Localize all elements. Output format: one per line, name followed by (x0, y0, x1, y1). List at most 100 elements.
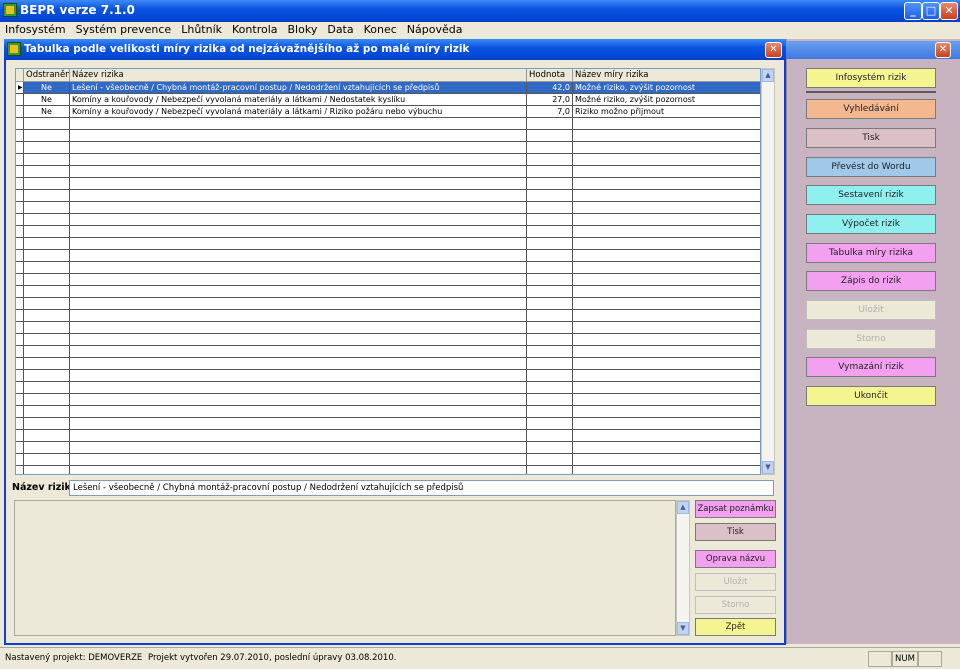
table-row[interactable] (16, 346, 760, 358)
zapis-do-rizik-button[interactable]: Zápis do rizik (806, 271, 936, 291)
tabulka-miry-rizika-button[interactable]: Tabulka míry rizika (806, 243, 936, 263)
note-textarea[interactable] (14, 500, 676, 636)
name-field[interactable]: Lešení - všeobecně / Chybná montáž-praco… (69, 480, 774, 496)
row-indicator[interactable] (16, 250, 24, 261)
prevest-do-wordu-button[interactable]: Převést do Wordu (806, 157, 936, 177)
row-indicator[interactable] (16, 142, 24, 153)
column-header-hodnota[interactable]: Hodnota (527, 69, 573, 81)
row-indicator[interactable] (16, 358, 24, 369)
vypocet-rizik-button[interactable]: Výpočet rizik (806, 214, 936, 234)
risk-table-window-close-icon[interactable]: ✕ (765, 42, 782, 58)
risk-table[interactable]: Odstraněno Název rizika Hodnota Název mí… (15, 68, 761, 475)
note-scrollbar[interactable]: ▲ ▼ (676, 500, 690, 636)
close-button[interactable]: ✕ (940, 2, 958, 20)
row-indicator[interactable] (16, 286, 24, 297)
menu-item-napoveda[interactable]: Nápověda (402, 22, 468, 37)
current-row-indicator-icon[interactable]: ▶ (16, 82, 24, 93)
zapsat-poznamku-button[interactable]: Zapsat poznámku (695, 500, 776, 518)
scroll-down-icon[interactable]: ▼ (762, 461, 774, 474)
row-indicator[interactable] (16, 310, 24, 321)
row-indicator[interactable] (16, 274, 24, 285)
menu-item-bloky[interactable]: Bloky (283, 22, 323, 37)
row-indicator[interactable] (16, 118, 24, 129)
table-row[interactable] (16, 358, 760, 370)
row-indicator[interactable] (16, 106, 24, 117)
row-indicator[interactable] (16, 238, 24, 249)
zpet-button[interactable]: Zpět (695, 618, 776, 636)
table-row[interactable] (16, 334, 760, 346)
row-indicator[interactable] (16, 382, 24, 393)
table-row[interactable] (16, 418, 760, 430)
tisk-button[interactable]: Tisk (806, 128, 936, 148)
table-row[interactable] (16, 190, 760, 202)
menu-item-infosystem[interactable]: Infosystém (0, 22, 71, 37)
table-row[interactable] (16, 406, 760, 418)
row-indicator[interactable] (16, 226, 24, 237)
right-panel-close-icon[interactable]: ✕ (935, 42, 951, 58)
row-indicator[interactable] (16, 334, 24, 345)
table-row[interactable] (16, 142, 760, 154)
ulozit-button[interactable]: Uložit (806, 300, 936, 320)
storno-nazev-button[interactable]: Storno (695, 596, 776, 614)
column-header-nazev-miry-rizika[interactable]: Název míry rizika (573, 69, 760, 81)
row-indicator[interactable] (16, 418, 24, 429)
risk-table-scrollbar[interactable]: ▲ ▼ (761, 68, 775, 475)
table-row[interactable] (16, 298, 760, 310)
ukoncit-button[interactable]: Ukončit (806, 386, 936, 406)
table-row[interactable] (16, 178, 760, 190)
row-indicator[interactable] (16, 442, 24, 453)
menu-item-data[interactable]: Data (322, 22, 358, 37)
row-indicator[interactable] (16, 262, 24, 273)
scroll-up-icon[interactable]: ▲ (762, 69, 774, 82)
row-indicator[interactable] (16, 214, 24, 225)
row-indicator[interactable] (16, 466, 24, 474)
menu-item-lhutnik[interactable]: Lhůtník (176, 22, 227, 37)
row-indicator[interactable] (16, 154, 24, 165)
table-row[interactable] (16, 310, 760, 322)
row-indicator[interactable] (16, 370, 24, 381)
table-row[interactable] (16, 466, 760, 474)
table-row[interactable] (16, 250, 760, 262)
table-row[interactable] (16, 118, 760, 130)
row-indicator[interactable] (16, 130, 24, 141)
menu-item-konec[interactable]: Konec (359, 22, 402, 37)
note-scroll-down-icon[interactable]: ▼ (677, 622, 689, 635)
table-row[interactable] (16, 262, 760, 274)
table-row[interactable] (16, 238, 760, 250)
table-row[interactable] (16, 370, 760, 382)
vyhledavani-button[interactable]: Vyhledávání (806, 99, 936, 119)
row-indicator[interactable] (16, 298, 24, 309)
table-row[interactable] (16, 382, 760, 394)
table-row[interactable] (16, 442, 760, 454)
column-header-nazev-rizika[interactable]: Název rizika (70, 69, 527, 81)
risk-table-window-title-bar[interactable]: Tabulka podle velikosti míry rizika od n… (4, 39, 786, 60)
row-indicator[interactable] (16, 394, 24, 405)
oprava-nazvu-button[interactable]: Oprava názvu (695, 550, 776, 568)
row-indicator[interactable] (16, 94, 24, 105)
row-indicator[interactable] (16, 190, 24, 201)
table-row[interactable] (16, 394, 760, 406)
table-row[interactable]: ▶ Ne Lešení - všeobecně / Chybná montáž-pr… (16, 82, 760, 94)
table-row[interactable] (16, 202, 760, 214)
tisk-poznamky-button[interactable]: Tisk (695, 523, 776, 541)
row-indicator[interactable] (16, 202, 24, 213)
table-row[interactable]: Ne Komíny a kouřovody / Nebezpečí vyvolan… (16, 106, 760, 118)
row-indicator[interactable] (16, 166, 24, 177)
minimize-button[interactable]: _ (904, 2, 922, 20)
table-row[interactable] (16, 166, 760, 178)
table-row[interactable] (16, 322, 760, 334)
note-scroll-up-icon[interactable]: ▲ (677, 501, 689, 514)
row-indicator[interactable] (16, 430, 24, 441)
menu-item-system-prevence[interactable]: Systém prevence (71, 22, 177, 37)
column-header-odstraneno[interactable]: Odstraněno (24, 69, 70, 81)
table-row[interactable] (16, 454, 760, 466)
table-row[interactable] (16, 274, 760, 286)
row-indicator[interactable] (16, 178, 24, 189)
maximize-button[interactable]: □ (922, 2, 940, 20)
sestaveni-rizik-button[interactable]: Sestavení rizik (806, 185, 936, 205)
row-indicator[interactable] (16, 454, 24, 465)
storno-button[interactable]: Storno (806, 329, 936, 349)
menu-item-kontrola[interactable]: Kontrola (227, 22, 283, 37)
ulozit-nazev-button[interactable]: Uložit (695, 573, 776, 591)
infosystem-rizik-button[interactable]: Infosystém rizik (806, 68, 936, 88)
